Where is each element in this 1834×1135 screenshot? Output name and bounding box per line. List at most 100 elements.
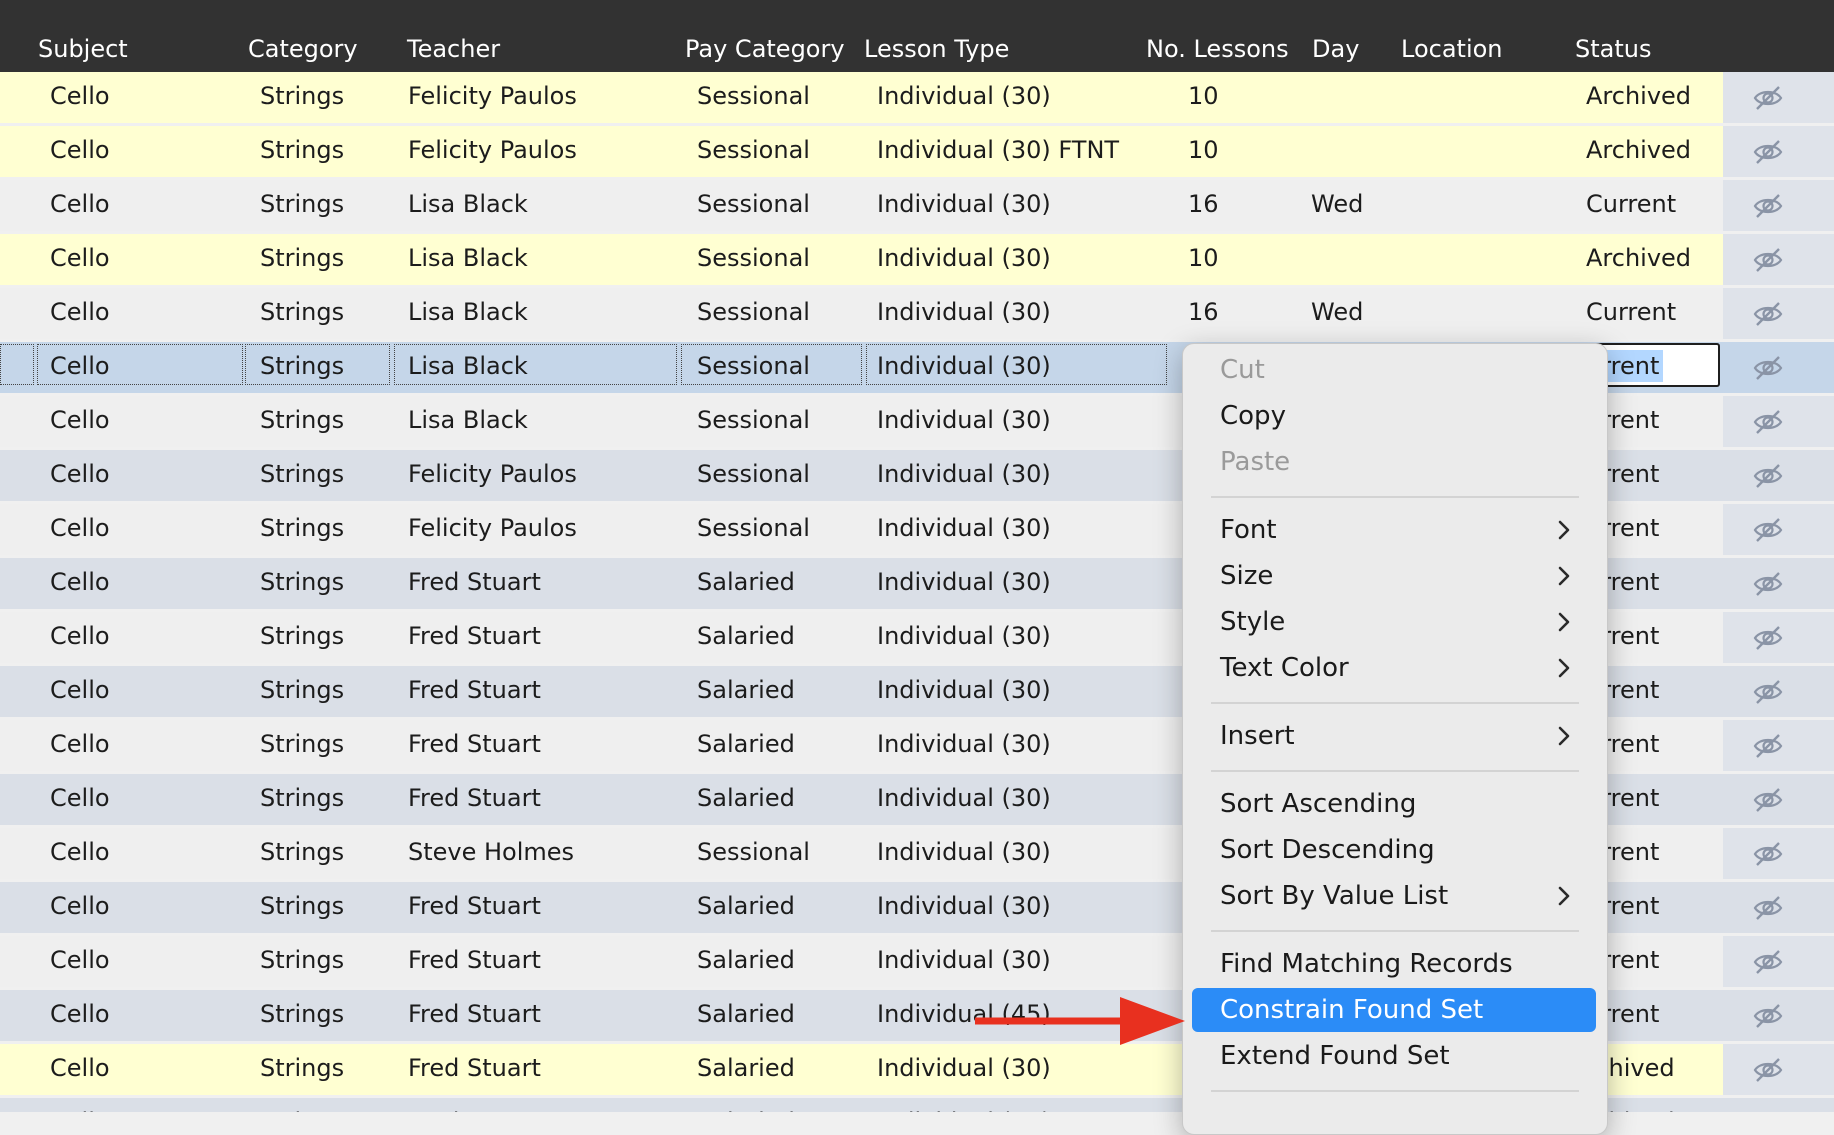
cell-teacher[interactable]: Lisa Black [408, 242, 528, 274]
cell-lesson-type[interactable]: Individual (30) [877, 80, 1051, 112]
cell-pay-category[interactable]: Salaried [697, 1106, 795, 1112]
cell-teacher[interactable]: Fred Stuart [408, 620, 541, 652]
cell-subject[interactable]: Cello [50, 188, 110, 220]
cell-lesson-type[interactable]: Individual (30) [877, 674, 1051, 706]
cell-category[interactable]: Strings [260, 998, 344, 1030]
eye-slash-icon[interactable] [1752, 244, 1784, 274]
column-header-location[interactable]: Location [1401, 34, 1503, 64]
cell-lesson-type[interactable]: Individual (30) [877, 566, 1051, 598]
cell-category[interactable]: Strings [260, 80, 344, 112]
eye-slash-icon[interactable] [1752, 568, 1784, 598]
eye-slash-icon[interactable] [1752, 298, 1784, 328]
cell-teacher[interactable]: Lisa Black [408, 350, 528, 382]
cell-status[interactable]: Current [1586, 296, 1676, 328]
menu-item-size[interactable]: Size [1192, 554, 1596, 598]
cell-teacher[interactable]: Fred Stuart [408, 890, 541, 922]
cell-pay-category[interactable]: Sessional [697, 296, 810, 328]
cell-category[interactable]: Strings [260, 890, 344, 922]
cell-category[interactable]: Strings [260, 620, 344, 652]
cell-lesson-type[interactable]: Individual (30) [877, 728, 1051, 760]
cell-teacher[interactable]: Lisa Black [408, 188, 528, 220]
cell-teacher[interactable]: Fred Stuart [408, 728, 541, 760]
cell-subject[interactable]: Cello [50, 512, 110, 544]
cell-teacher[interactable]: Fred Stuart [408, 782, 541, 814]
cell-lesson-type[interactable]: Individual (30) [877, 458, 1051, 490]
cell-pay-category[interactable]: Sessional [697, 458, 810, 490]
cell-day[interactable]: Wed [1311, 296, 1363, 328]
cell-subject[interactable]: Cello [50, 890, 110, 922]
column-header-no-lessons[interactable]: No. Lessons [1146, 34, 1289, 64]
cell-pay-category[interactable]: Salaried [697, 566, 795, 598]
cell-teacher[interactable]: Lisa Black [408, 404, 528, 436]
column-header-status[interactable]: Status [1575, 34, 1651, 64]
cell-lesson-type[interactable]: Individual (30) [877, 404, 1051, 436]
cell-no-lessons[interactable]: 16 [1188, 188, 1219, 220]
menu-item-text-color[interactable]: Text Color [1192, 646, 1596, 690]
column-header-subject[interactable]: Subject [38, 34, 128, 64]
cell-lesson-type[interactable]: Individual (30) [877, 782, 1051, 814]
cell-category[interactable]: Strings [260, 512, 344, 544]
column-header-category[interactable]: Category [248, 34, 358, 64]
eye-slash-icon[interactable] [1752, 1108, 1784, 1112]
eye-slash-icon[interactable] [1752, 676, 1784, 706]
cell-pay-category[interactable]: Sessional [697, 350, 810, 382]
eye-slash-icon[interactable] [1752, 784, 1784, 814]
eye-slash-icon[interactable] [1752, 190, 1784, 220]
eye-slash-icon[interactable] [1752, 1000, 1784, 1030]
cell-pay-category[interactable]: Sessional [697, 512, 810, 544]
table-row[interactable]: Cello Strings Felicity Paulos Sessional Indi… [0, 126, 1834, 177]
cell-subject[interactable]: Cello [50, 620, 110, 652]
cell-subject[interactable]: Cello [50, 782, 110, 814]
eye-slash-icon[interactable] [1752, 82, 1784, 112]
cell-no-lessons[interactable]: 10 [1188, 242, 1219, 274]
cell-teacher[interactable]: Fred Stuart [408, 674, 541, 706]
cell-category[interactable]: Strings [260, 836, 344, 868]
cell-subject[interactable]: Cello [50, 944, 110, 976]
cell-lesson-type[interactable]: Individual (30) [877, 350, 1051, 382]
cell-teacher[interactable]: Fred Stuart [408, 1052, 541, 1084]
cell-status[interactable]: Archived [1586, 134, 1691, 166]
cell-pay-category[interactable]: Sessional [697, 836, 810, 868]
eye-slash-icon[interactable] [1752, 136, 1784, 166]
cell-subject[interactable]: Cello [50, 1106, 110, 1112]
cell-category[interactable]: Strings [260, 350, 344, 382]
eye-slash-icon[interactable] [1752, 622, 1784, 652]
cell-subject[interactable]: Cello [50, 404, 110, 436]
menu-item-font[interactable]: Font [1192, 508, 1596, 552]
cell-pay-category[interactable]: Sessional [697, 242, 810, 274]
cell-pay-category[interactable]: Salaried [697, 674, 795, 706]
cell-lesson-type[interactable]: Individual (30) [877, 188, 1051, 220]
cell-subject[interactable]: Cello [50, 80, 110, 112]
eye-slash-icon[interactable] [1752, 946, 1784, 976]
cell-lesson-type[interactable]: Individual (30) [877, 620, 1051, 652]
cell-pay-category[interactable]: Salaried [697, 1052, 795, 1084]
cell-category[interactable]: Strings [260, 566, 344, 598]
table-row[interactable]: Cello Strings Lisa Black Sessional Individua… [0, 234, 1834, 285]
cell-lesson-type[interactable]: Individual (30) [877, 242, 1051, 274]
cell-subject[interactable]: Cello [50, 728, 110, 760]
menu-item-constrain-found-set[interactable]: Constrain Found Set [1192, 988, 1596, 1032]
cell-lesson-type[interactable]: Individual (30) [877, 1052, 1051, 1084]
cell-lesson-type[interactable]: Individual (30) FTNT [877, 134, 1119, 166]
eye-slash-icon[interactable] [1752, 460, 1784, 490]
cell-lesson-type[interactable]: Individual (30) [877, 944, 1051, 976]
cell-pay-category[interactable]: Sessional [697, 404, 810, 436]
menu-item-style[interactable]: Style [1192, 600, 1596, 644]
eye-slash-icon[interactable] [1752, 892, 1784, 922]
cell-subject[interactable]: Cello [50, 566, 110, 598]
cell-teacher[interactable]: Felicity Paulos [408, 80, 577, 112]
menu-item-find-matching-records[interactable]: Find Matching Records [1192, 942, 1596, 986]
cell-subject[interactable]: Cello [50, 674, 110, 706]
table-row[interactable]: Cello Strings Lisa Black Sessional Individua… [0, 288, 1834, 339]
cell-pay-category[interactable]: Salaried [697, 782, 795, 814]
cell-no-lessons[interactable]: 10 [1188, 134, 1219, 166]
eye-slash-icon[interactable] [1752, 514, 1784, 544]
cell-lesson-type[interactable]: Individual (30) [877, 890, 1051, 922]
cell-day[interactable]: Wed [1311, 188, 1363, 220]
column-header-day[interactable]: Day [1312, 34, 1359, 64]
cell-subject[interactable]: Cello [50, 242, 110, 274]
cell-category[interactable]: Strings [260, 782, 344, 814]
cell-teacher[interactable]: Fred Stuart [408, 944, 541, 976]
table-row[interactable]: Cello Strings Lisa Black Sessional Individua… [0, 180, 1834, 231]
cell-no-lessons[interactable]: 16 [1188, 296, 1219, 328]
